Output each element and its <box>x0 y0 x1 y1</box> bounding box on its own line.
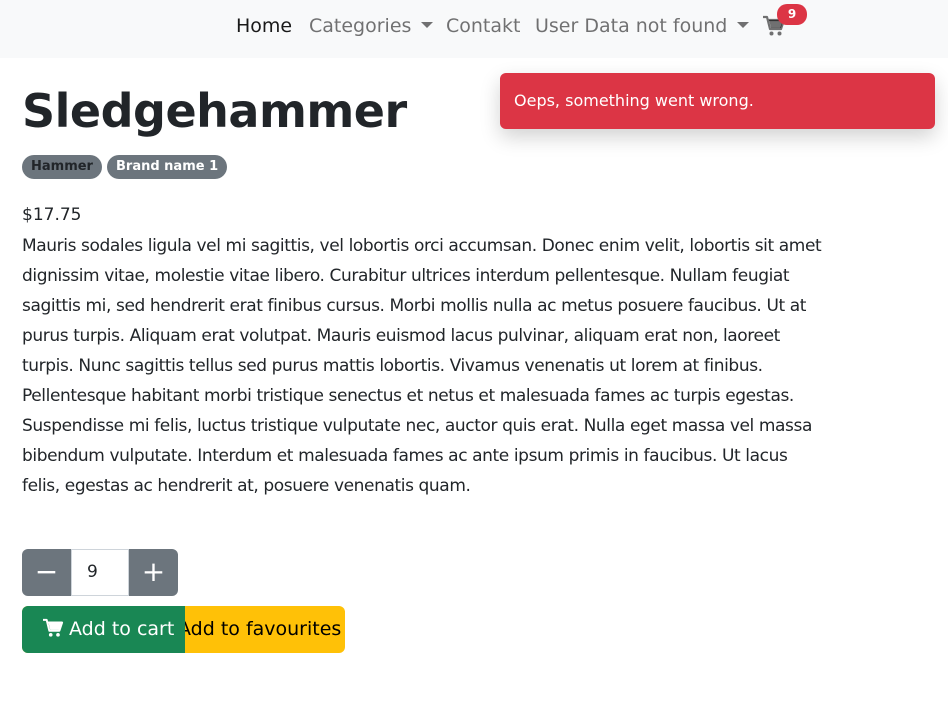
product-description: Mauris sodales ligula vel mi sagittis, v… <box>22 236 822 496</box>
add-to-cart-label: Add to cart <box>69 618 175 640</box>
nav-contact-link[interactable]: Contakt <box>446 13 520 39</box>
quantity-input[interactable]: 9 <box>71 549 129 596</box>
navbar: Home Categories Contakt User Data not fo… <box>0 0 948 58</box>
product-price: $17.75 <box>22 205 82 225</box>
brand-badge: Brand name 1 <box>107 155 228 179</box>
chevron-down-icon <box>421 22 434 28</box>
cart-count-badge: 9 <box>777 4 807 25</box>
decrease-quantity-button[interactable]: − <box>22 549 71 596</box>
increase-quantity-button[interactable]: + <box>129 549 178 596</box>
category-badge: Hammer <box>22 155 102 179</box>
nav-user-dropdown[interactable]: User Data not found <box>535 13 750 39</box>
nav-cart-button[interactable]: 9 <box>760 4 810 42</box>
add-to-cart-button[interactable]: Add to cart <box>22 606 185 653</box>
nav-categories-dropdown[interactable]: Categories <box>309 13 434 39</box>
quantity-stepper: − 9 + <box>22 549 178 596</box>
chevron-down-icon <box>737 22 750 28</box>
error-toast: Oeps, something went wrong. <box>500 73 935 129</box>
cart-icon <box>43 618 64 637</box>
nav-categories-label: Categories <box>309 15 412 37</box>
nav-home-link[interactable]: Home <box>236 13 292 39</box>
nav-user-label: User Data not found <box>535 15 728 37</box>
product-title: Sledgehammer <box>22 84 407 138</box>
